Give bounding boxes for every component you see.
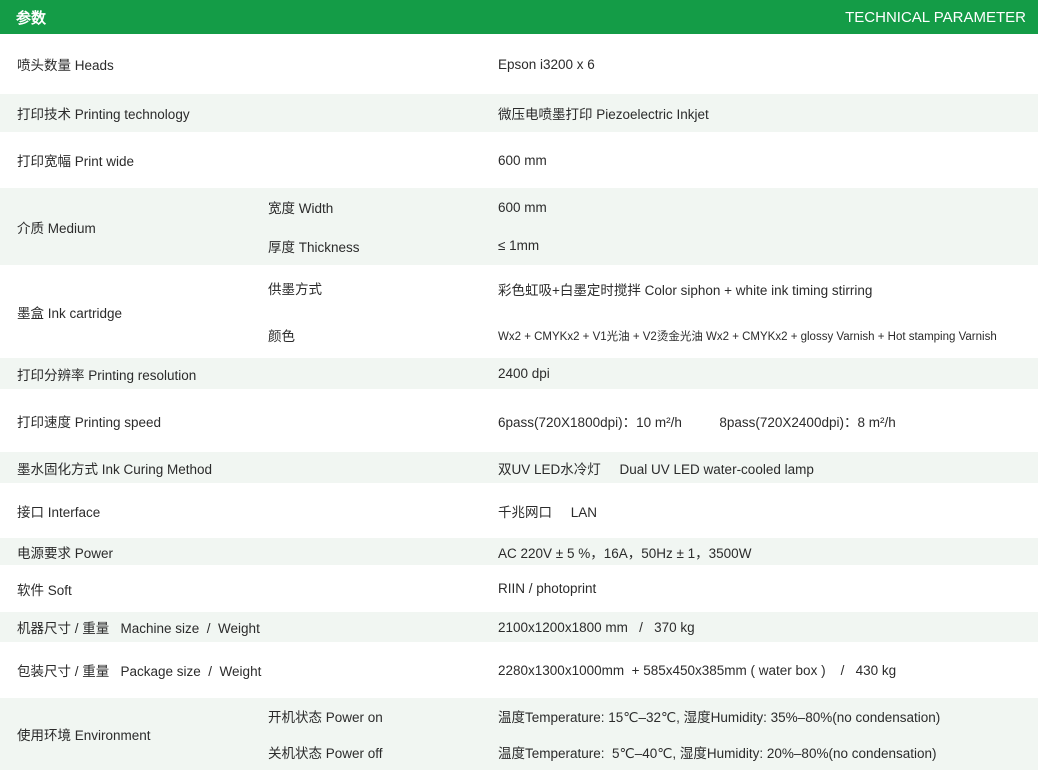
spec-row-environment: 使用环境 Environment 开机状态 Power on 关机状态 Powe…: [0, 698, 1038, 770]
row-value: 温度Temperature: 15℃–32℃, 湿度Humidity: 35%–…: [498, 710, 941, 725]
row-value: Wx2 + CMYKx2 + V1光油 + V2烫金光油 Wx2 + CMYKx…: [498, 330, 997, 343]
row-label: 软件 Soft: [17, 582, 72, 598]
row-value: 2400 dpi: [498, 366, 550, 381]
row-label: 墨水固化方式 Ink Curing Method: [17, 461, 213, 477]
row-value: 600 mm: [498, 152, 547, 168]
spec-row-power: 电源要求 Power AC 220V ± 5 %，16A，50Hz ± 1，35…: [0, 538, 1038, 565]
row-label: 打印宽幅 Print wide: [17, 154, 135, 169]
row-label: 机器尺寸 / 重量 Machine size / Weight: [17, 621, 260, 636]
row-value: 6pass(720X1800dpi)：10 m²/h 8pass(720X240…: [498, 414, 896, 430]
row-label: 介质 Medium: [17, 220, 96, 236]
spec-row-print-wide: 打印宽幅 Print wide 600 mm: [0, 132, 1038, 188]
spec-row-machine-size: 机器尺寸 / 重量 Machine size / Weight 2100x120…: [0, 612, 1038, 642]
spec-row-speed: 打印速度 Printing speed 6pass(720X1800dpi)：1…: [0, 389, 1038, 452]
section-header: 参数 TECHNICAL PARAMETER: [0, 0, 1038, 34]
spec-row-resolution: 打印分辨率 Printing resolution 2400 dpi: [0, 358, 1038, 389]
row-value: 2100x1200x1800 mm / 370 kg: [498, 619, 695, 635]
spec-row-technology: 打印技术 Printing technology 微压电喷墨打印 Piezoel…: [0, 94, 1038, 132]
spec-row-medium: 介质 Medium 宽度 Width 厚度 Thickness 600 mm ≤…: [0, 188, 1038, 265]
row-value: ≤ 1mm: [498, 238, 540, 254]
spec-row-ink-cartridge: 墨盒 Ink cartridge 供墨方式 颜色 彩色虹吸+白墨定时搅拌 Col…: [0, 265, 1038, 358]
row-sublabel: 关机状态 Power off: [268, 746, 383, 761]
row-value: 2280x1300x1000mm + 585x450x385mm ( water…: [498, 662, 897, 678]
row-label: 使用环境 Environment: [17, 728, 151, 743]
row-label: 包装尺寸 / 重量 Package size / Weight: [17, 664, 262, 679]
spec-row-interface: 接口 Interface 千兆网口 LAN: [0, 483, 1038, 538]
row-value: 温度Temperature: 5℃–40℃, 湿度Humidity: 20%–8…: [498, 746, 937, 761]
row-sublabel: 宽度 Width: [268, 201, 334, 217]
row-value: 微压电喷墨打印 Piezoelectric Inkjet: [498, 107, 709, 122]
row-value: RIIN / photoprint: [498, 581, 597, 596]
spec-row-heads: 喷头数量 Heads Epson i3200 x 6: [0, 34, 1038, 94]
row-value: 600 mm: [498, 199, 547, 215]
row-label: 喷头数量 Heads: [17, 58, 114, 73]
spec-table: 喷头数量 Heads Epson i3200 x 6 打印技术 Printing…: [0, 34, 1038, 770]
row-label: 接口 Interface: [17, 504, 101, 520]
row-value: Epson i3200 x 6: [498, 56, 595, 72]
row-value: AC 220V ± 5 %，16A，50Hz ± 1，3500W: [498, 545, 752, 561]
row-label: 电源要求 Power: [17, 545, 114, 561]
row-value: 双UV LED水冷灯 Dual UV LED water-cooled lamp: [498, 461, 814, 477]
row-label: 打印分辨率 Printing resolution: [17, 367, 197, 383]
row-value: 彩色虹吸+白墨定时搅拌 Color siphon + white ink tim…: [498, 283, 873, 299]
header-title-en: TECHNICAL PARAMETER: [845, 8, 1026, 26]
row-sublabel: 厚度 Thickness: [268, 239, 360, 255]
row-label: 打印速度 Printing speed: [17, 414, 162, 430]
spec-row-package-size: 包装尺寸 / 重量 Package size / Weight 2280x130…: [0, 642, 1038, 698]
row-value: 千兆网口 LAN: [498, 504, 598, 520]
row-sublabel: 开机状态 Power on: [268, 710, 383, 725]
row-label: 墨盒 Ink cartridge: [17, 305, 123, 321]
spec-row-soft: 软件 Soft RIIN / photoprint: [0, 565, 1038, 612]
row-sublabel: 供墨方式: [268, 282, 322, 298]
row-label: 打印技术 Printing technology: [17, 107, 190, 122]
header-title-cn: 参数: [16, 9, 47, 27]
row-sublabel: 颜色: [268, 328, 295, 344]
spec-row-curing: 墨水固化方式 Ink Curing Method 双UV LED水冷灯 Dual…: [0, 452, 1038, 483]
